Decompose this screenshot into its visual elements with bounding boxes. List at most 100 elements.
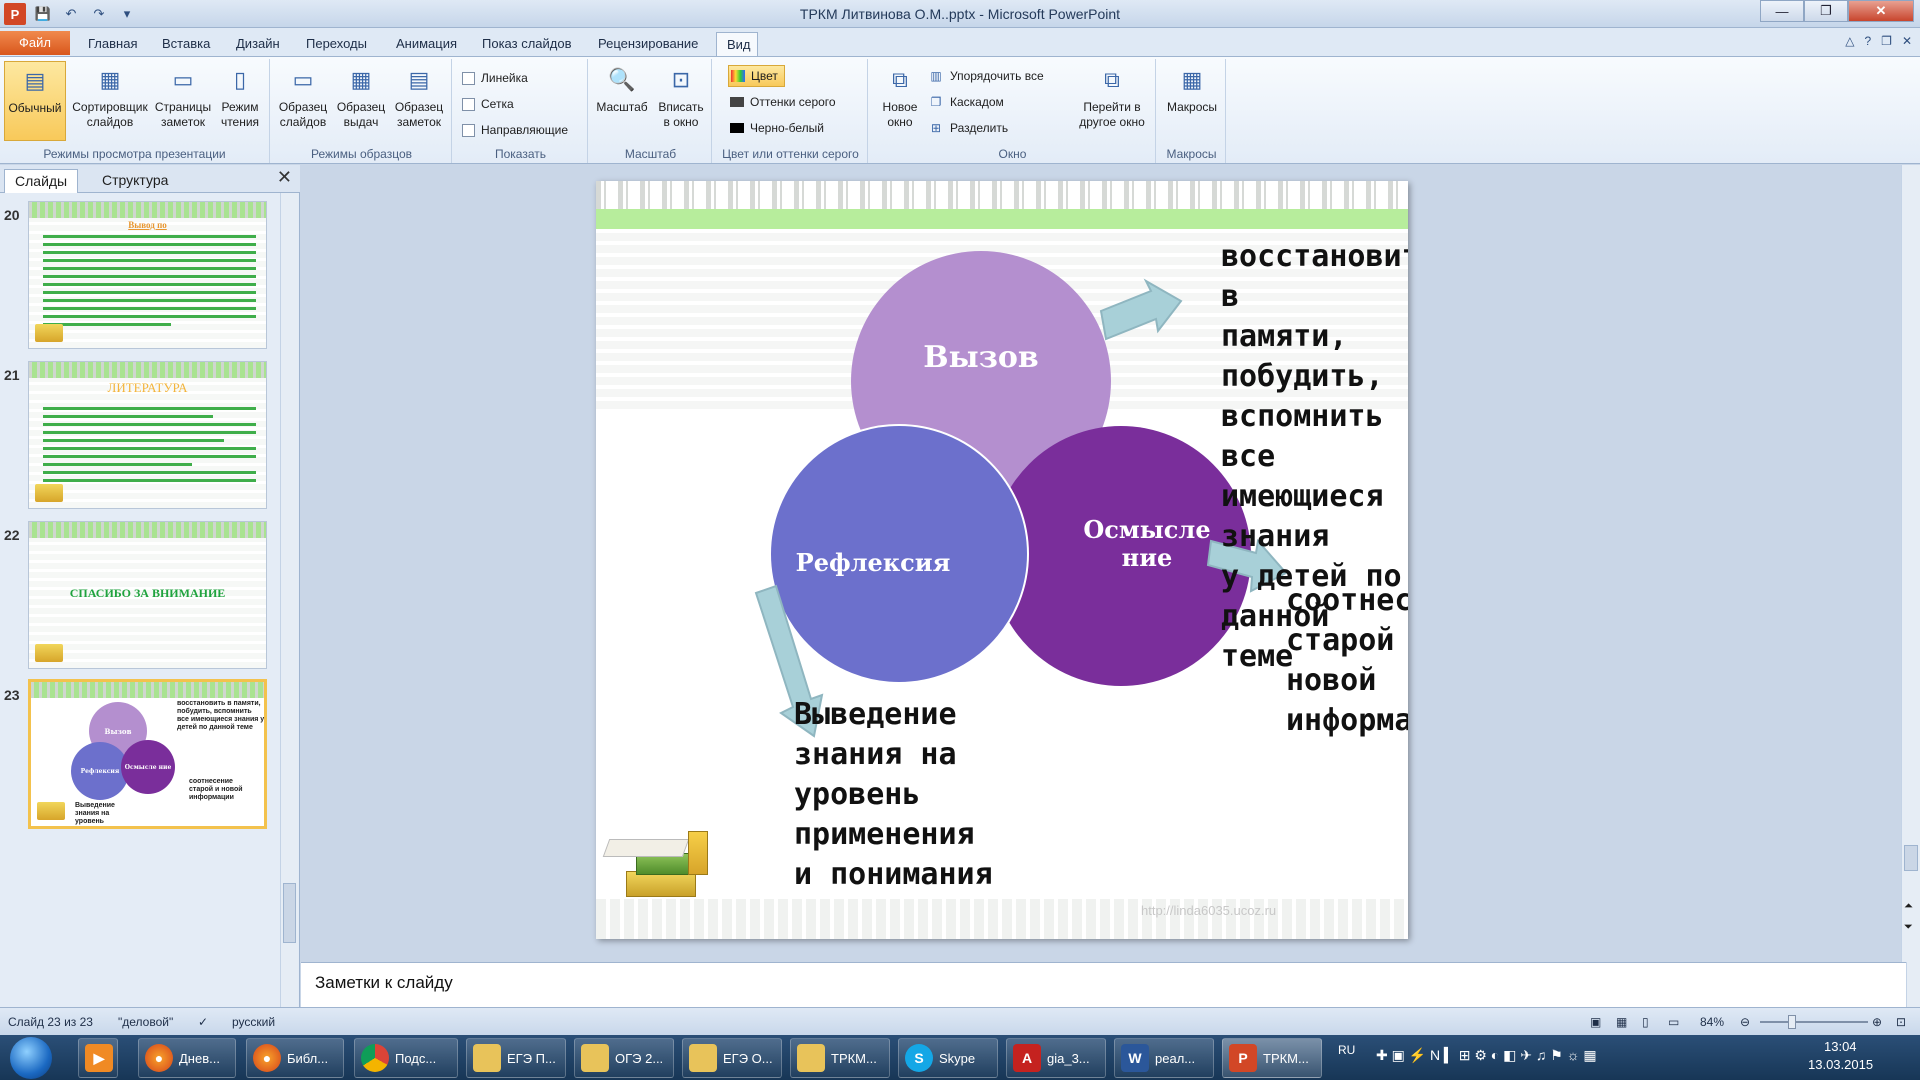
- fit-slide-icon[interactable]: ⊡: [1896, 1015, 1906, 1029]
- group-show-label: Показать: [494, 147, 546, 161]
- zoom-button[interactable]: 🔍 Масштаб: [592, 61, 652, 141]
- grid-checkbox[interactable]: Сетка: [462, 93, 514, 115]
- slide-sorter-button[interactable]: ▦ Сортировщик слайдов: [70, 61, 150, 141]
- normal-view-button[interactable]: ▤ Обычный: [4, 61, 66, 141]
- next-slide-icon[interactable]: ⏷: [1904, 921, 1913, 934]
- slides-pane-scrollbar[interactable]: [280, 193, 298, 1007]
- taskbar-item-word[interactable]: W реал...: [1114, 1038, 1214, 1078]
- scroll-thumb[interactable]: [283, 883, 296, 943]
- group-color-label: Цвет или оттенки серого: [722, 147, 859, 161]
- reading-view-status-icon[interactable]: ▯: [1642, 1015, 1649, 1029]
- clock-time[interactable]: 13:04: [1824, 1039, 1857, 1054]
- new-window-label-1: Новое: [882, 100, 918, 114]
- tab-animations[interactable]: Анимация: [386, 32, 467, 56]
- clock-date[interactable]: 13.03.2015: [1808, 1057, 1873, 1072]
- tab-slideshow[interactable]: Показ слайдов: [472, 32, 582, 56]
- tray-icons[interactable]: ✚ ▣ ⚡ N ▍ ⊞ ⚙ ◐ ◧ ✈ ♫ ⚑ ☼ ▦: [1376, 1047, 1597, 1064]
- taskbar-item-firefox-1[interactable]: ● Днев...: [138, 1038, 236, 1078]
- tab-slides[interactable]: Слайды: [4, 169, 79, 193]
- tab-view[interactable]: Вид: [716, 32, 758, 56]
- tab-outline[interactable]: Структура: [92, 169, 178, 193]
- powerpoint-icon: P: [1229, 1044, 1257, 1072]
- tab-file[interactable]: Файл: [0, 31, 70, 55]
- slide-thumbnail-22[interactable]: СПАСИБО ЗА ВНИМАНИЕ: [28, 521, 267, 669]
- taskbar-item-folder-1[interactable]: ЕГЭ П...: [466, 1038, 566, 1078]
- slideshow-status-icon[interactable]: ▭: [1668, 1015, 1679, 1029]
- prev-slide-icon[interactable]: ⏶: [1904, 900, 1913, 913]
- ruler-check[interactable]: [462, 71, 475, 85]
- handout-master-button[interactable]: ▦ Образец выдач: [332, 61, 390, 141]
- notes-master-label-1: Образец: [394, 100, 444, 114]
- close-button[interactable]: ✕: [1848, 0, 1914, 22]
- split-button[interactable]: ⊞ Разделить: [928, 117, 1008, 139]
- slide-master-button[interactable]: ▭ Образец слайдов: [274, 61, 332, 141]
- reading-view-button[interactable]: ▯ Режим чтения: [212, 61, 268, 141]
- maximize-button[interactable]: ❐: [1804, 0, 1848, 22]
- black-white-button[interactable]: Черно-белый: [730, 117, 824, 139]
- minimize-button[interactable]: —: [1760, 0, 1804, 22]
- guides-check[interactable]: [462, 123, 475, 137]
- grayscale-button[interactable]: Оттенки серого: [730, 91, 836, 113]
- notes-pane[interactable]: Заметки к слайду: [301, 962, 1906, 1007]
- taskbar-item-folder-4[interactable]: ТРКМ...: [790, 1038, 890, 1078]
- start-button[interactable]: [10, 1037, 52, 1079]
- macros-button[interactable]: ▦ Макросы: [1160, 61, 1224, 141]
- ruler-checkbox[interactable]: Линейка: [462, 67, 528, 89]
- taskbar-item-folder-2[interactable]: ОГЭ 2...: [574, 1038, 674, 1078]
- restore-icon[interactable]: ❐: [1881, 34, 1892, 48]
- theme-name[interactable]: "деловой": [118, 1015, 173, 1029]
- taskbar-item-folder-3[interactable]: ЕГЭ О...: [682, 1038, 782, 1078]
- switch-window-button[interactable]: ⧉ Перейти в другое окно: [1070, 61, 1154, 141]
- thumb-title: ЛИТЕРАТУРА: [107, 380, 188, 395]
- close-doc-icon[interactable]: ✕: [1902, 34, 1912, 48]
- notes-master-button[interactable]: ▤ Образец заметок: [390, 61, 448, 141]
- taskbar-item-firefox-2[interactable]: ● Библ...: [246, 1038, 344, 1078]
- zoom-slider[interactable]: [1760, 1015, 1868, 1029]
- new-window-button[interactable]: ⧉ Новое окно: [872, 61, 928, 141]
- notes-scrollbar[interactable]: [1906, 962, 1920, 1007]
- taskbar-item-label: Skype: [939, 1050, 976, 1066]
- slide-canvas[interactable]: Вызов Осмысле ние Рефлексия восстановить…: [596, 181, 1408, 939]
- slide-thumbnail-21[interactable]: ЛИТЕРАТУРА: [28, 361, 267, 509]
- help-icon[interactable]: ?: [1864, 34, 1871, 48]
- taskbar-item-skype[interactable]: S Skype: [898, 1038, 998, 1078]
- normal-view-status-icon[interactable]: ▣: [1590, 1015, 1601, 1029]
- slide-thumbnail-23[interactable]: Вызов Рефлексия Осмысле ние восстановить…: [28, 679, 267, 829]
- main-scrollbar[interactable]: ⏶ ⏷: [1901, 165, 1920, 962]
- slide-thumbnail-20[interactable]: Вывод по: [28, 201, 267, 349]
- zoom-out-icon[interactable]: ⊖: [1740, 1015, 1750, 1029]
- guides-checkbox[interactable]: Направляющие: [462, 119, 568, 141]
- new-window-label-2: окно: [887, 115, 913, 129]
- group-masters-label: Режимы образцов: [310, 147, 412, 161]
- black-white-icon: [730, 123, 744, 133]
- sorter-view-status-icon[interactable]: ▦: [1616, 1015, 1627, 1029]
- notes-page-button[interactable]: ▭ Страницы заметок: [152, 61, 214, 141]
- minimize-ribbon-icon[interactable]: △: [1845, 34, 1854, 48]
- taskbar-item-chrome[interactable]: Подс...: [354, 1038, 458, 1078]
- fit-to-window-button[interactable]: ⊡ Вписать в окно: [652, 61, 710, 141]
- tab-review[interactable]: Рецензирование: [588, 32, 708, 56]
- scroll-thumb[interactable]: [1904, 845, 1918, 871]
- arrange-all-button[interactable]: ▥ Упорядочить все: [928, 65, 1043, 87]
- tab-design[interactable]: Дизайн: [226, 32, 290, 56]
- taskbar-item-pdf[interactable]: A gia_3...: [1006, 1038, 1106, 1078]
- taskbar-item-label: Подс...: [395, 1050, 437, 1066]
- tab-transitions[interactable]: Переходы: [296, 32, 377, 56]
- spellcheck-icon[interactable]: ✓: [198, 1015, 208, 1029]
- tab-home[interactable]: Главная: [78, 32, 147, 56]
- zoom-slider-thumb[interactable]: [1788, 1015, 1796, 1029]
- cascade-button[interactable]: ❐ Каскадом: [928, 91, 1004, 113]
- split-icon: ⊞: [930, 121, 942, 135]
- zoom-in-icon[interactable]: ⊕: [1872, 1015, 1882, 1029]
- tab-insert[interactable]: Вставка: [152, 32, 220, 56]
- color-button[interactable]: Цвет: [728, 65, 785, 87]
- grid-check[interactable]: [462, 97, 475, 111]
- slide-sorter-icon: ▦: [99, 67, 121, 92]
- language-tray[interactable]: RU: [1338, 1043, 1355, 1057]
- close-pane-icon[interactable]: ✕: [277, 167, 292, 188]
- zoom-level[interactable]: 84%: [1700, 1015, 1724, 1029]
- notes-master-label-2: заметок: [397, 115, 441, 129]
- taskbar-item-powerpoint[interactable]: P ТРКМ...: [1222, 1038, 1322, 1078]
- language-indicator[interactable]: русский: [232, 1015, 275, 1029]
- media-player-button[interactable]: ▶: [78, 1038, 118, 1078]
